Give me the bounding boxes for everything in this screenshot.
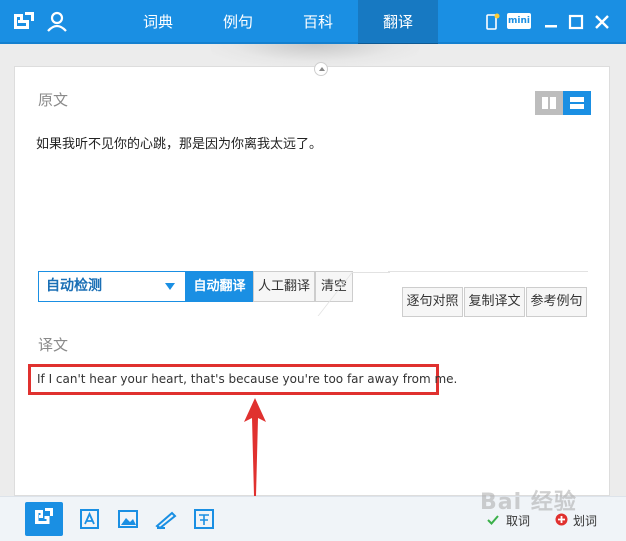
reference-examples-button[interactable]: 参考例句 (526, 287, 587, 317)
human-translate-button[interactable]: 人工翻译 (253, 271, 315, 302)
minimize-icon[interactable] (541, 12, 561, 32)
mini-mode-icon[interactable]: mini (507, 13, 531, 29)
image-icon[interactable] (115, 506, 141, 532)
tab-dictionary[interactable]: 词典 (118, 0, 198, 44)
language-select[interactable]: 自动检测 (38, 271, 186, 302)
text-recognize-icon[interactable] (77, 506, 103, 532)
toolbar-divider-right (388, 271, 588, 272)
home-icon[interactable] (25, 502, 63, 536)
watermark: Bai 经验 (480, 490, 577, 515)
sentence-compare-button[interactable]: 逐句对照 (402, 287, 463, 317)
split-view-icon[interactable] (535, 91, 563, 115)
title-bar: 词典 例句 百科 翻译 mini (0, 0, 626, 46)
content-area (0, 44, 626, 496)
source-label: 原文 (38, 91, 69, 109)
tab-examples[interactable]: 例句 (198, 0, 278, 44)
translate-icon[interactable] (191, 506, 217, 532)
baidu-translate-logo-icon[interactable] (10, 8, 38, 36)
translation-output: If I can't hear your heart, that's becau… (37, 372, 458, 386)
clear-button[interactable]: 清空 (315, 271, 353, 302)
language-select-value: 自动检测 (46, 278, 102, 294)
stacked-view-icon[interactable] (563, 91, 591, 115)
phone-icon[interactable] (482, 12, 502, 32)
tab-translate[interactable]: 翻译 (358, 0, 438, 46)
layout-toggle (535, 91, 591, 115)
arrow-up-icon (244, 398, 266, 496)
edit-icon[interactable] (153, 506, 179, 532)
main-tabs: 词典 例句 百科 翻译 (118, 0, 438, 46)
tab-encyclopedia[interactable]: 百科 (278, 0, 358, 44)
toolbar-divider-slant (352, 272, 390, 316)
maximize-icon[interactable] (566, 12, 586, 32)
source-text-input[interactable]: 如果我听不见你的心跳，那是因为你离我太远了。 (36, 133, 322, 152)
close-icon[interactable] (592, 12, 612, 32)
chevron-down-icon (165, 283, 175, 290)
target-label: 译文 (38, 336, 69, 354)
auto-translate-button[interactable]: 自动翻译 (186, 271, 253, 302)
collapse-icon[interactable] (314, 62, 328, 76)
user-icon[interactable] (46, 10, 68, 32)
top-shadow (210, 44, 420, 66)
copy-translation-button[interactable]: 复制译文 (464, 287, 525, 317)
